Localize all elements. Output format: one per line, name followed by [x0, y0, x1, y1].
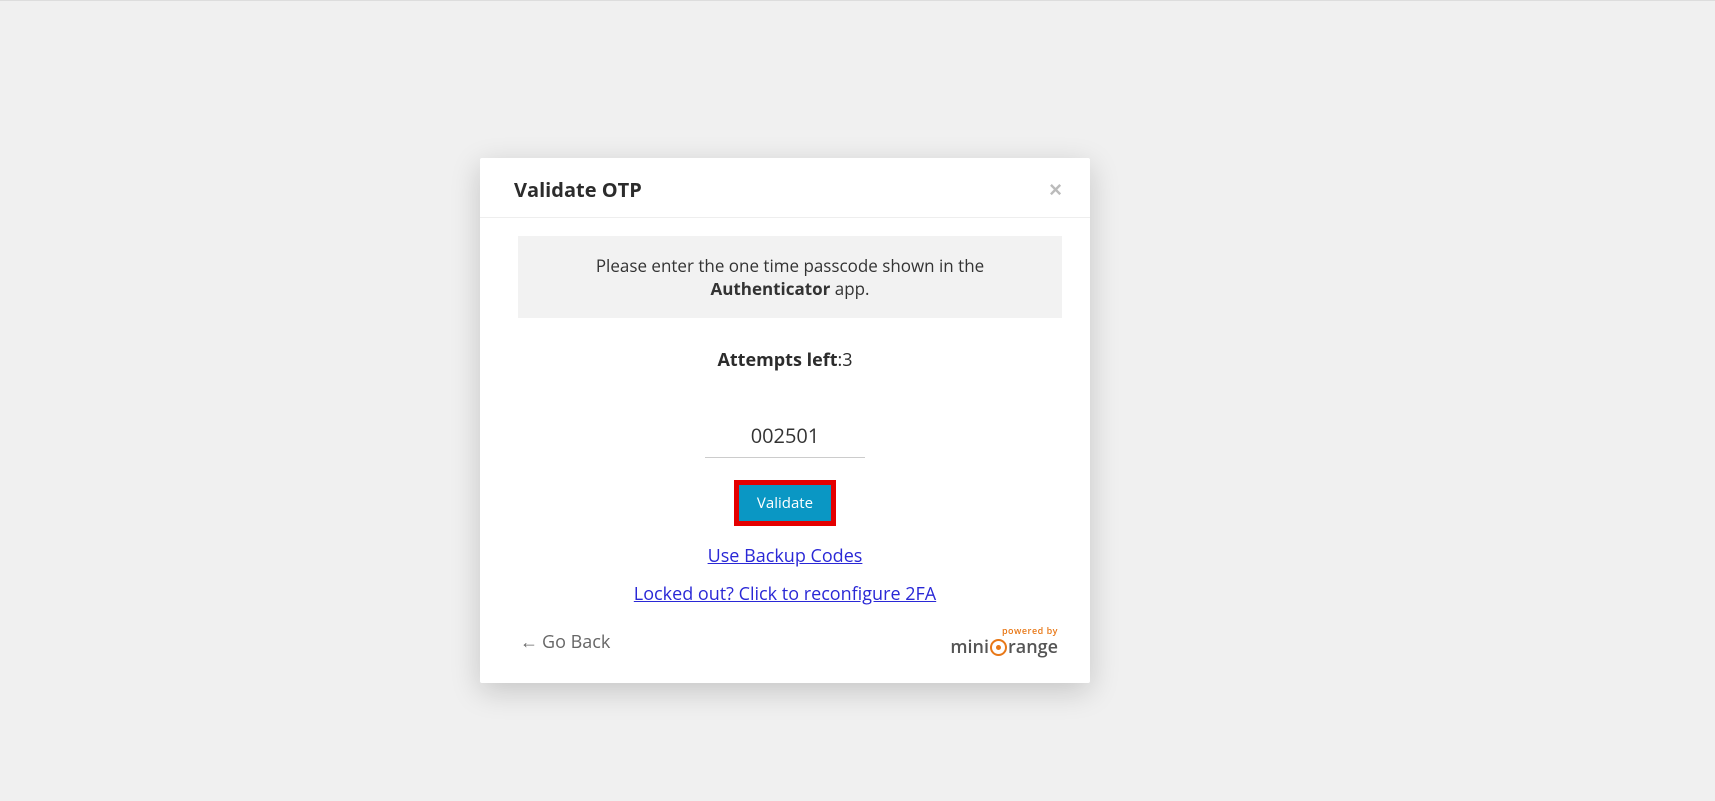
otp-input[interactable] [705, 416, 865, 458]
otp-input-wrap [480, 416, 1090, 458]
locked-out-link[interactable]: Locked out? Click to reconfigure 2FA [634, 582, 936, 606]
backup-codes-link[interactable]: Use Backup Codes [708, 544, 863, 568]
validate-button[interactable]: Validate [734, 480, 836, 526]
instruction-suffix: app. [830, 277, 869, 300]
arrow-left-icon: ← [520, 633, 538, 651]
powered-by-logo: powered by minirange [950, 624, 1058, 659]
go-back-button[interactable]: ← Go Back [520, 630, 610, 654]
otp-modal: Validate OTP × Please enter the one time… [480, 158, 1090, 683]
attempts-value: :3 [838, 348, 853, 372]
go-back-label: Go Back [542, 630, 610, 654]
instruction-bold: Authenticator [710, 277, 830, 300]
links-section: Use Backup Codes Locked out? Click to re… [480, 544, 1090, 606]
close-button[interactable]: × [1045, 179, 1066, 201]
close-icon: × [1049, 177, 1062, 202]
attempts-label: Attempts left [717, 348, 837, 372]
brand-mini: mini [950, 635, 989, 659]
validate-wrap: Validate [480, 480, 1090, 526]
modal-title: Validate OTP [514, 176, 642, 203]
brand-range: range [1008, 635, 1058, 659]
instruction-prefix: Please enter the one time passcode shown… [596, 254, 984, 277]
attempts-left: Attempts left:3 [480, 348, 1090, 372]
modal-footer: ← Go Back powered by minirange [480, 606, 1090, 683]
modal-header: Validate OTP × [480, 158, 1090, 218]
instruction-banner: Please enter the one time passcode shown… [518, 236, 1062, 318]
orange-o-icon [990, 639, 1007, 656]
miniorange-brand: mini range [950, 635, 1058, 659]
